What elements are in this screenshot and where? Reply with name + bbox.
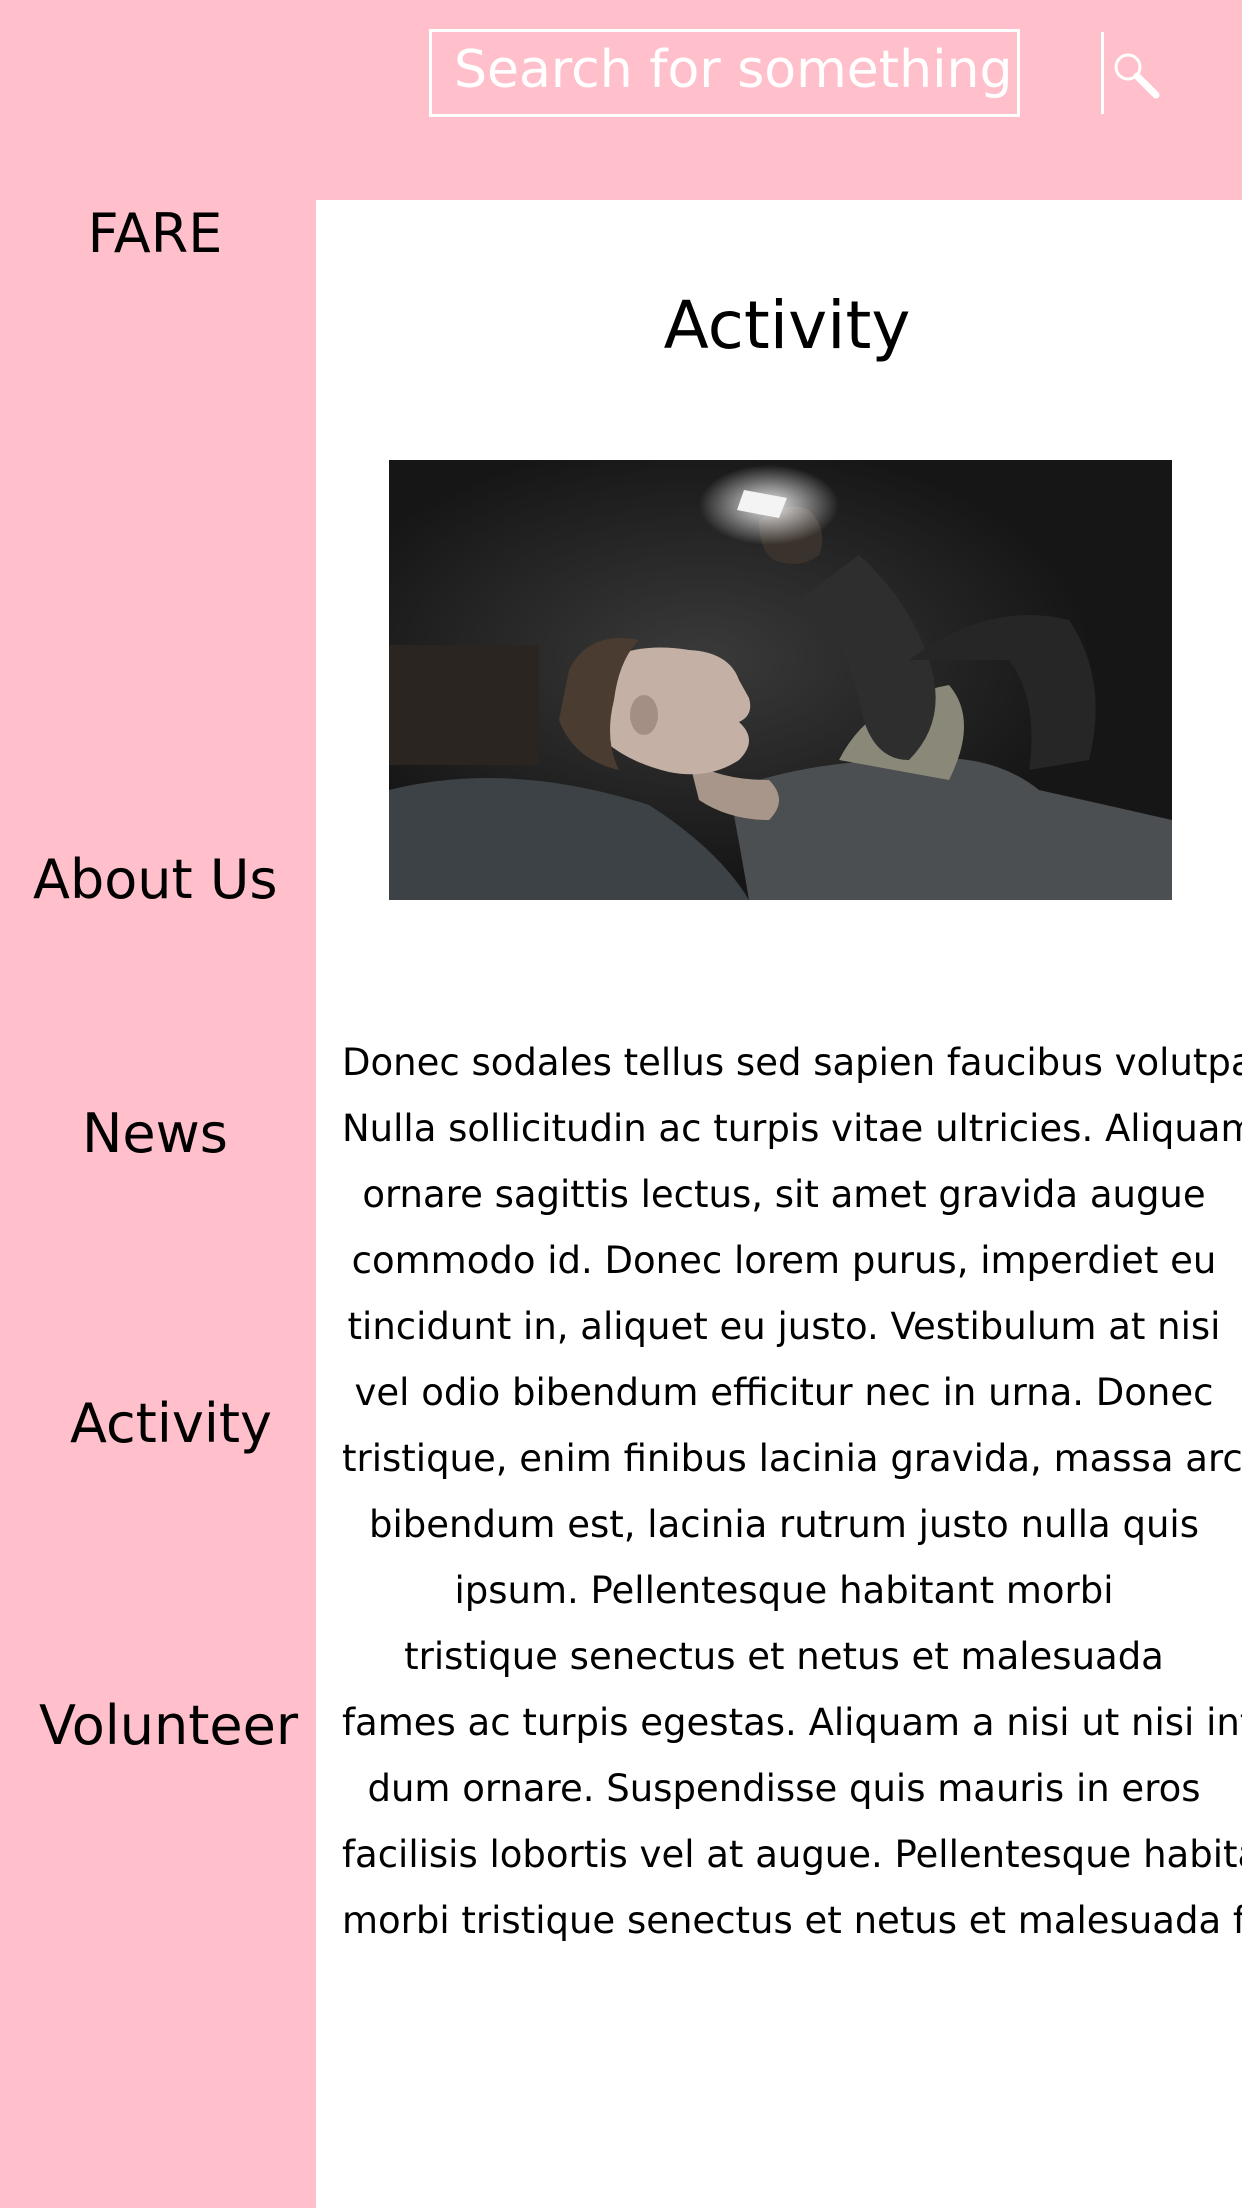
- article-line: fames ac turpis egestas. Aliquam a nisi …: [342, 1701, 1242, 1744]
- hero-image: [389, 460, 1172, 900]
- article-line: tristique, enim finibus lacinia gravida,…: [342, 1437, 1242, 1480]
- article-line: vel odio bibendum efficitur nec in urna.…: [354, 1371, 1214, 1414]
- search-button[interactable]: [1101, 32, 1164, 114]
- search-input[interactable]: [432, 32, 1101, 114]
- article-line: tristique senectus et netus et malesuada: [404, 1635, 1164, 1678]
- sidebar-item-activity[interactable]: Activity: [70, 1392, 272, 1456]
- sidebar-item-volunteer[interactable]: Volunteer: [39, 1694, 298, 1758]
- article-line: tincidunt in, aliquet eu justo. Vestibul…: [347, 1305, 1221, 1348]
- article-line: morbi tristique senectus et netus et mal…: [342, 1899, 1242, 1942]
- article-line: bibendum est, lacinia rutrum justo nulla…: [369, 1503, 1199, 1546]
- article-line: ipsum. Pellentesque habitant morbi: [454, 1569, 1114, 1612]
- magnifier-icon: [1114, 53, 1160, 99]
- article-line: commodo id. Donec lorem purus, imperdiet…: [351, 1239, 1217, 1282]
- sidebar-item-news[interactable]: News: [82, 1102, 228, 1166]
- article-line: ornare sagittis lectus, sit amet gravida…: [362, 1173, 1206, 1216]
- sidebar-item-about-us[interactable]: About Us: [33, 848, 277, 912]
- main-content: Activity Donec sodales tellus sed sapien…: [316, 200, 1242, 2208]
- article-body: Donec sodales tellus sed sapien faucibus…: [342, 1030, 1242, 1954]
- article-line: Donec sodales tellus sed sapien faucibus…: [342, 1041, 1242, 1084]
- brand-logo[interactable]: FARE: [0, 202, 310, 266]
- article-line: dum ornare. Suspendisse quis mauris in e…: [367, 1767, 1201, 1810]
- article-line: Nulla sollicitudin ac turpis vitae ultri…: [342, 1107, 1242, 1150]
- page-title: Activity: [663, 287, 911, 364]
- sidebar: FARE About Us News Activity Volunteer: [0, 200, 316, 2208]
- search-bar: [429, 29, 1160, 117]
- article-line: facilisis lobortis vel at augue. Pellent…: [342, 1833, 1242, 1876]
- person-using-phone-photo: [389, 460, 1172, 900]
